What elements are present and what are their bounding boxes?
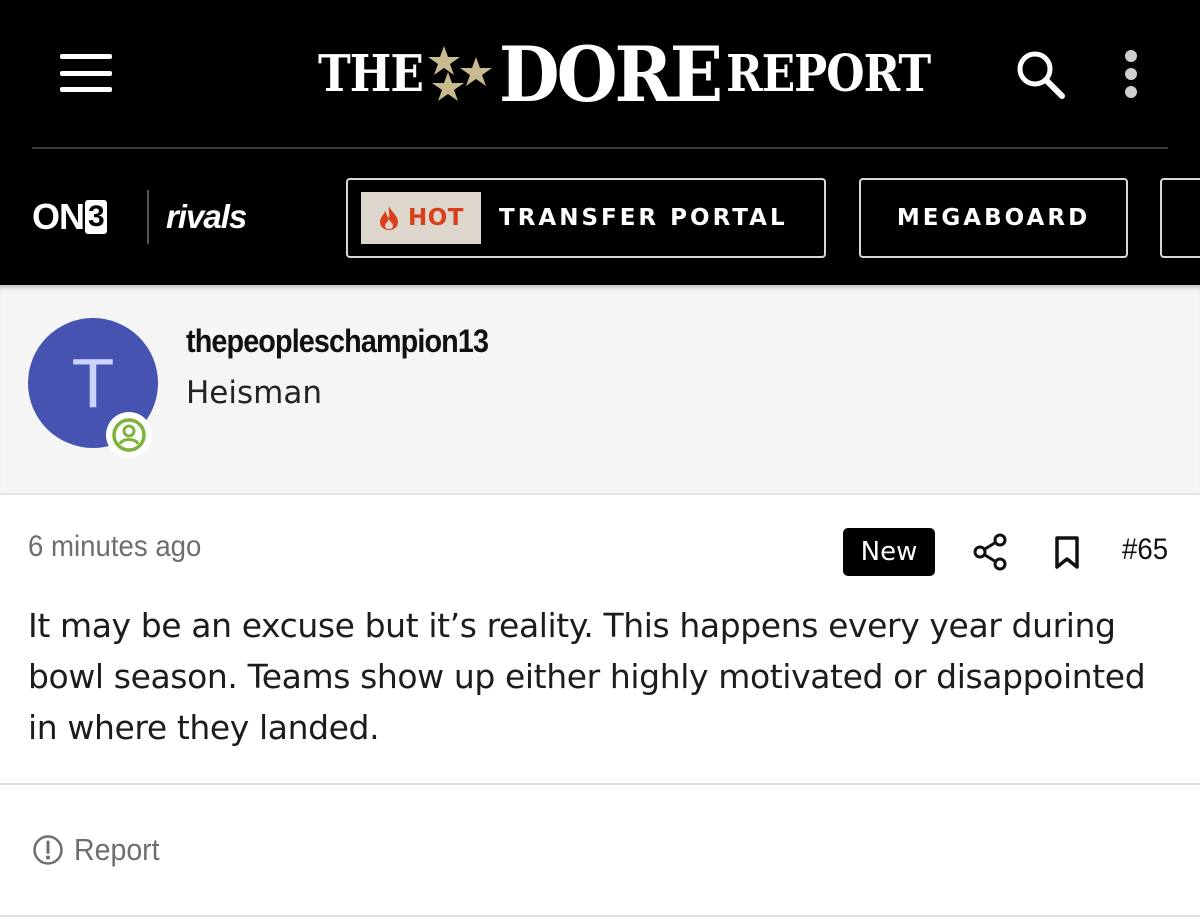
bottom-divider (0, 915, 1200, 917)
on3-three-text: 3 (85, 200, 107, 234)
bookmark-icon[interactable] (1054, 536, 1080, 570)
nav-next-button[interactable] (1160, 178, 1200, 258)
online-status-icon (106, 412, 152, 458)
logo-the-text: THE (318, 44, 424, 104)
tristar-icon (427, 46, 492, 101)
logo-report-text: REPORT (726, 44, 931, 104)
brand-divider (147, 190, 149, 244)
alert-circle-icon (33, 835, 63, 865)
transfer-portal-label: TRANSFER PORTAL (499, 205, 788, 231)
fire-icon (380, 206, 398, 230)
megaboard-label: MEGABOARD (896, 205, 1091, 231)
post-timestamp: 6 minutes ago (28, 530, 202, 563)
more-vertical-icon[interactable] (1120, 50, 1142, 98)
hot-badge: HOT (361, 192, 481, 244)
search-icon[interactable] (1014, 48, 1068, 100)
logo-dore-text: DORE (498, 29, 723, 119)
post-body: It may be an excuse but it’s reality. Th… (28, 606, 1146, 747)
report-label: Report (74, 832, 160, 867)
on3-on-text: ON (32, 196, 85, 237)
new-badge: New (843, 528, 935, 576)
on3-logo[interactable]: ON 3 (32, 196, 107, 238)
post-author: T thepeopleschampion13 Heisman (0, 285, 1200, 495)
transfer-portal-button[interactable]: HOT TRANSFER PORTAL (346, 178, 826, 258)
post-divider (0, 783, 1200, 785)
rivals-logo[interactable]: rivals (166, 198, 247, 236)
megaboard-button[interactable]: MEGABOARD (859, 178, 1128, 258)
menu-icon[interactable] (60, 54, 112, 92)
site-logo[interactable]: THE DORE REPORT (318, 29, 931, 119)
header-divider (32, 147, 1168, 149)
user-rank: Heisman (186, 375, 322, 411)
username[interactable]: thepeopleschampion13 (186, 323, 489, 360)
avatar-letter: T (71, 344, 115, 422)
share-icon[interactable] (972, 533, 1008, 571)
report-button[interactable]: Report (32, 832, 167, 868)
post-number[interactable]: #65 (1122, 533, 1168, 567)
hot-label: HOT (408, 205, 464, 231)
site-header: THE DORE REPORT ON 3 rivals HOT TRANSFER … (0, 0, 1200, 285)
